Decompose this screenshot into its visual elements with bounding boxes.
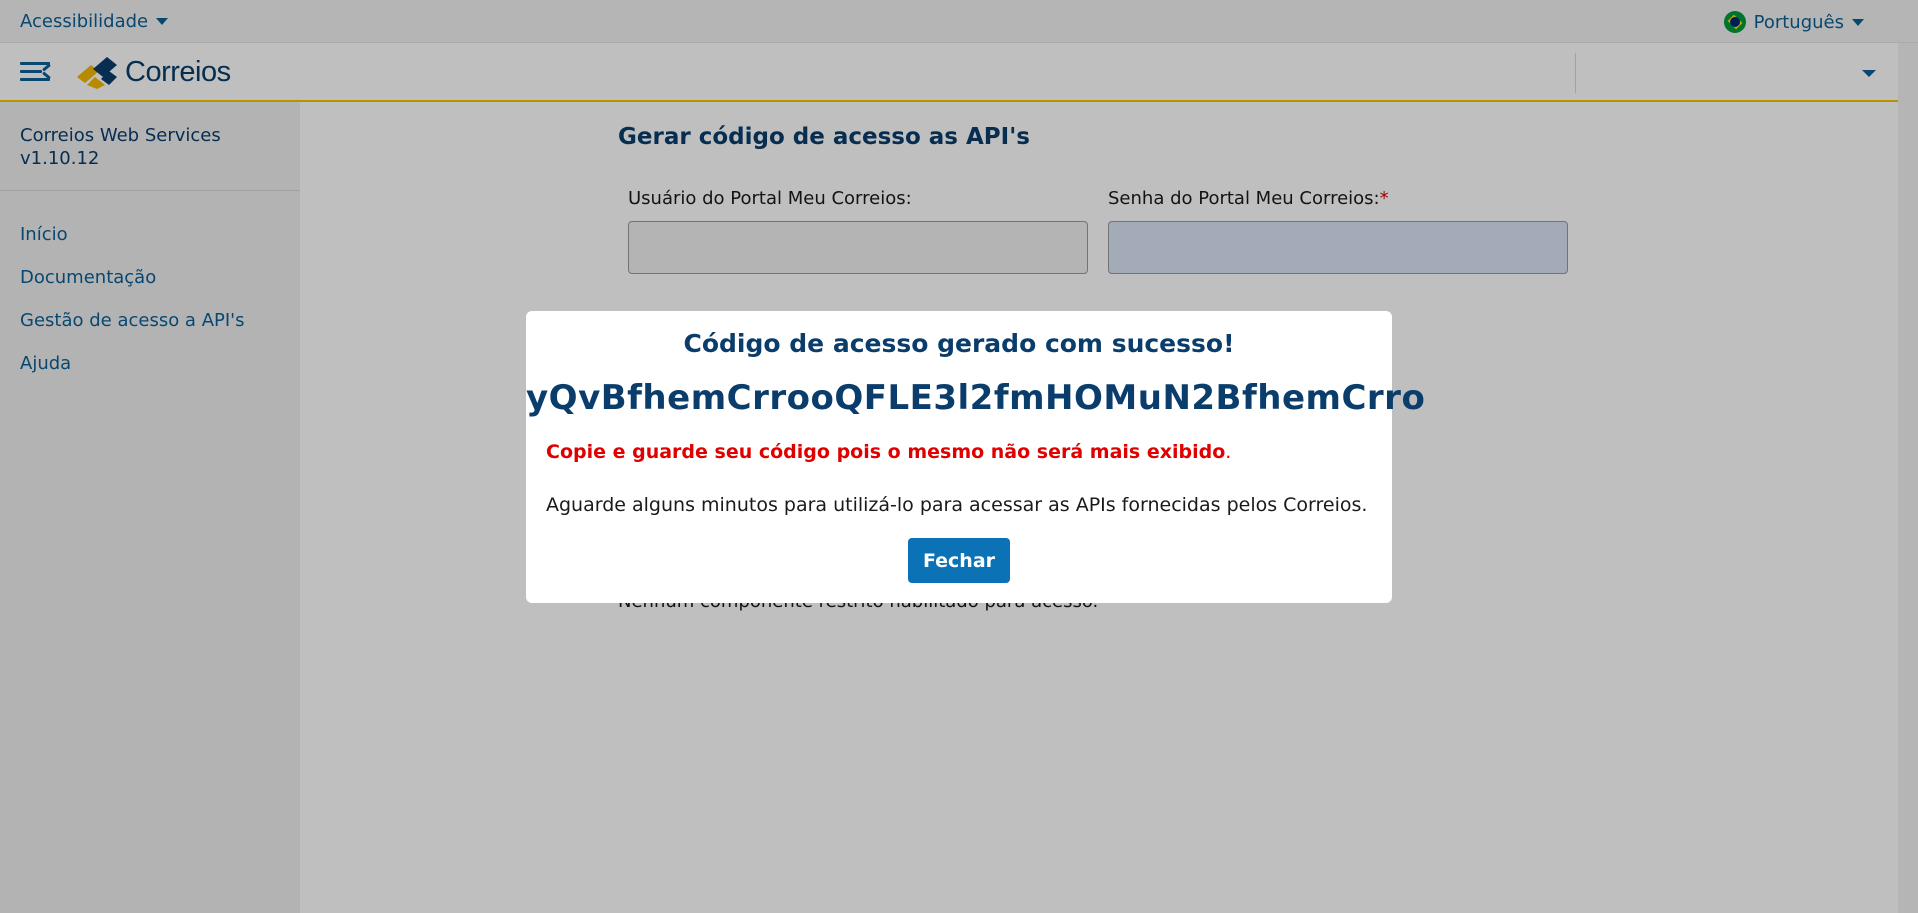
warning-period: . — [1225, 441, 1232, 463]
close-button[interactable]: Fechar — [908, 538, 1010, 583]
access-code: yQvBfhemCrrooQFLE3l2fmHOMuN2BfhemCrro — [526, 378, 1426, 418]
warning-message: Copie e guarde seu código pois o mesmo n… — [546, 441, 1231, 463]
dialog-title: Código de acesso gerado com sucesso! — [683, 329, 1235, 358]
warning-text: Copie e guarde seu código pois o mesmo n… — [546, 441, 1226, 463]
success-dialog: Código de acesso gerado com sucesso! yQv… — [526, 311, 1426, 603]
info-message: Aguarde alguns minutos para utilizá-lo p… — [546, 494, 1368, 516]
